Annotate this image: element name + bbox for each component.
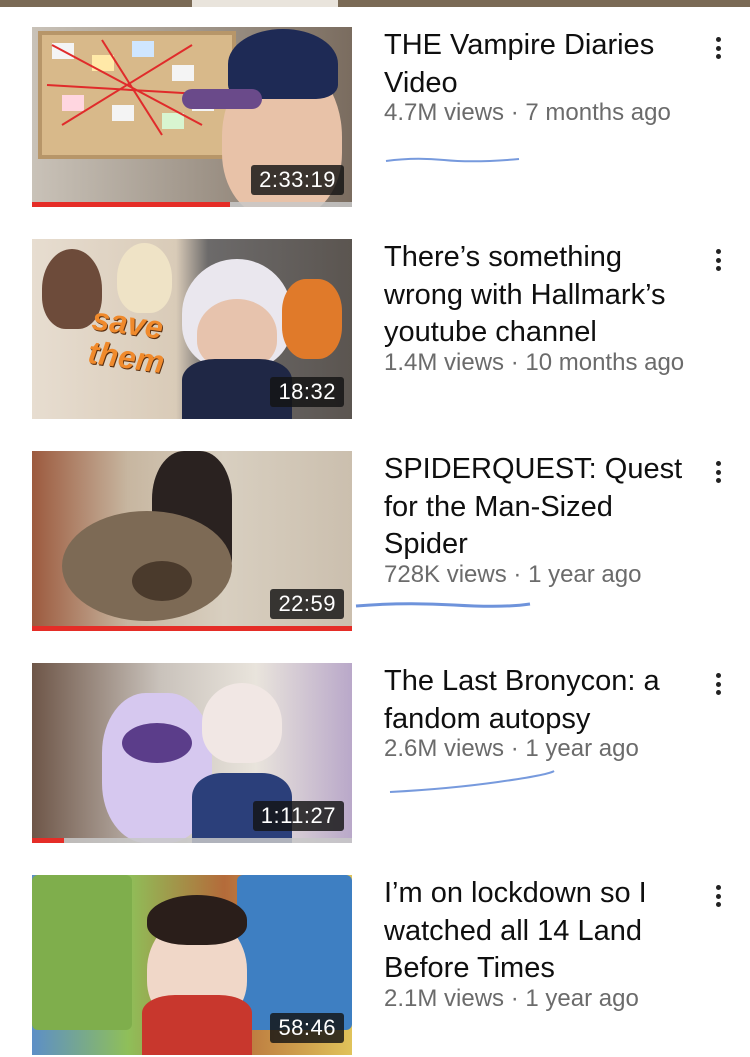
- pen-scribble: [355, 602, 531, 608]
- watch-progress-bar: [32, 838, 352, 843]
- video-thumbnail[interactable]: 1:11:27: [32, 663, 352, 843]
- video-title[interactable]: SPIDERQUEST: Quest for the Man-Sized Spi…: [384, 451, 694, 564]
- meta-separator: ·: [504, 99, 526, 126]
- view-count: 1.4M views: [384, 349, 505, 376]
- upload-age: 1 year ago: [525, 985, 639, 1012]
- video-meta: 4.7M views · 7 months ago: [384, 99, 724, 127]
- video-thumbnail[interactable]: 58:46: [32, 875, 352, 1055]
- view-count: 2.6M views: [384, 735, 505, 762]
- upload-age: 10 months ago: [525, 349, 685, 376]
- video-meta: 728K views · 1 year ago: [384, 561, 724, 589]
- video-title[interactable]: I’m on lockdown so I watched all 14 Land…: [384, 875, 694, 988]
- video-duration: 1:11:27: [252, 801, 344, 831]
- meta-separator: ·: [506, 561, 529, 588]
- video-title[interactable]: THE Vampire Diaries Video: [384, 27, 694, 102]
- video-title[interactable]: The Last Bronycon: a fandom autopsy: [384, 663, 694, 738]
- active-tab-indicator: [192, 0, 338, 7]
- watch-progress-bar: [32, 202, 352, 207]
- upload-age: 7 months ago: [525, 99, 671, 126]
- view-count: 728K views: [384, 561, 507, 588]
- video-duration: 58:46: [270, 1013, 344, 1043]
- more-vert-icon[interactable]: [706, 669, 730, 699]
- meta-separator: ·: [504, 735, 526, 762]
- video-item[interactable]: save them 18:32 There’s something wrong …: [0, 239, 750, 421]
- watch-progress-bar: [32, 626, 352, 631]
- upload-age: 1 year ago: [525, 735, 639, 762]
- video-duration: 2:33:19: [251, 165, 344, 195]
- video-meta: 1.4M views · 10 months ago: [384, 349, 724, 377]
- top-tab-bar: [0, 0, 750, 7]
- more-vert-icon[interactable]: [706, 245, 730, 275]
- meta-separator: ·: [504, 349, 526, 376]
- video-meta: 2.1M views · 1 year ago: [384, 985, 724, 1013]
- pen-scribble: [389, 770, 555, 793]
- video-item[interactable]: 1:11:27 The Last Bronycon: a fandom auto…: [0, 663, 750, 845]
- video-duration: 22:59: [270, 589, 344, 619]
- watch-progress-fill: [32, 202, 231, 207]
- video-thumbnail[interactable]: 2:33:19: [32, 27, 352, 207]
- video-meta: 2.6M views · 1 year ago: [384, 735, 724, 763]
- watch-progress-fill: [32, 626, 352, 631]
- watch-progress-fill: [32, 838, 64, 843]
- video-thumbnail[interactable]: 22:59: [32, 451, 352, 631]
- video-item[interactable]: 2:33:19 THE Vampire Diaries Video 4.7M v…: [0, 27, 750, 209]
- view-count: 4.7M views: [384, 99, 505, 126]
- video-thumbnail[interactable]: save them 18:32: [32, 239, 352, 419]
- upload-age: 1 year ago: [528, 561, 642, 588]
- view-count: 2.1M views: [384, 985, 505, 1012]
- video-title[interactable]: There’s something wrong with Hallmark’s …: [384, 239, 694, 352]
- video-duration: 18:32: [270, 377, 344, 407]
- pen-scribble: [385, 157, 520, 163]
- more-vert-icon[interactable]: [706, 33, 730, 63]
- meta-separator: ·: [504, 985, 526, 1012]
- more-vert-icon[interactable]: [706, 881, 730, 911]
- more-vert-icon[interactable]: [706, 457, 730, 487]
- video-item[interactable]: 22:59 SPIDERQUEST: Quest for the Man-Siz…: [0, 451, 750, 633]
